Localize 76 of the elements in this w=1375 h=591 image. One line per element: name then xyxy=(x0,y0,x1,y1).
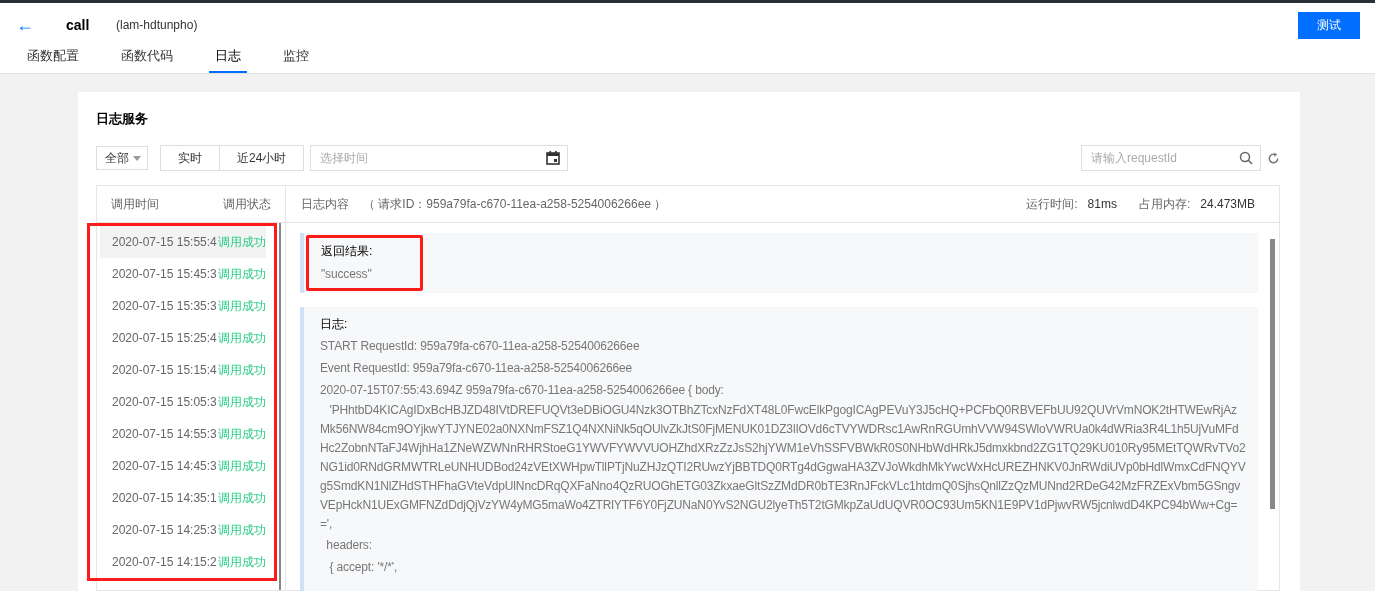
runtime-label: 运行时间: xyxy=(1026,195,1078,213)
invocation-status: 调用成功 xyxy=(217,233,266,251)
log-line: headers: xyxy=(325,537,373,554)
invocation-row[interactable]: 2020-07-15 15:35:3调用成功 xyxy=(100,290,266,322)
column-header: 日志内容 xyxy=(301,195,349,213)
log-line: Event RequestId: 959a79fa-c670-11ea-a258-5254006266ee xyxy=(320,360,634,377)
invocation-row[interactable]: 2020-07-15 14:55:3调用成功 xyxy=(100,418,266,450)
log-line: g5SmdKN1NlZHdSTHFhaGVteVdpUlNncDRqQXFaNno4QzRUOGhETG03ZkxaeGltSzZMdDR0bTE3RnJFckVLc1htdmQ0SjhsQnllZzQzMUNnd2RDeG42MzFRZExVbm5GSngv xyxy=(320,478,1242,495)
invocation-time: 2020-07-15 14:35:1 xyxy=(112,491,217,505)
caret-icon xyxy=(133,155,141,161)
log-line: Mk56NW84cm9OYjkwYTJYNE02a0NXNmFSZ1Q4NXNiNk5qOUlvZkJtS0FjMENUK01DZ3lIOVd6cTVYWDRsc1AwRnRGUmhVVW94SWloVWRUa0k4dWRia3R4L1h5UjVuMFd xyxy=(320,421,1240,438)
invocation-time: 2020-07-15 14:55:3 xyxy=(112,427,217,441)
log-line: Hc2ZobnNTaFJ4WjhHa1ZNeWZWNnRHRStoeG1YWVFYWVVUOHZhdXRzZzJsS2hjYWM1eVhSSFVBWkR0S0NHbWdHRkJ5dmxkbnd2ZG1TQ29KU010Ry95MEtTQWRvTVo2 xyxy=(320,440,1247,457)
runtime-value: 81ms xyxy=(1087,197,1117,211)
invocation-status: 调用成功 xyxy=(217,265,266,283)
log-line: 2020-07-15T07:55:43.694Z 959a79fa-c670-11ea-a258-5254006266ee { body: xyxy=(320,382,725,399)
invocation-time: 2020-07-15 14:25:3 xyxy=(112,523,217,537)
log-line: NG1id0RNdGRMWTRLeUNHUDBod24zVEtXWHpwTllPTjNuZHJzQTI2RUwzYjBBTDQ0RTg4dGgwaHA3ZVJoWkdhMkYwcWxHcUREZHNKV0JnRWdiUVp0bHdlWmxCdFNQYV xyxy=(320,459,1247,476)
invocation-status: 调用成功 xyxy=(217,553,266,571)
request-id: （ 请求ID：959a79fa-c670-11ea-a258-5254006266ee ） xyxy=(363,195,667,213)
log-label: 日志: xyxy=(320,316,349,333)
time-range-button[interactable]: 近24小时 xyxy=(220,145,305,171)
refresh-icon[interactable] xyxy=(1267,151,1280,165)
invocation-row[interactable]: 2020-07-15 14:45:3调用成功 xyxy=(100,450,266,482)
invocation-row[interactable]: 2020-07-15 15:15:4调用成功 xyxy=(100,354,266,386)
column-header: 调用时间 xyxy=(111,195,159,213)
tab[interactable]: 日志 xyxy=(209,47,247,73)
invocation-status: 调用成功 xyxy=(217,329,266,347)
invocation-time: 2020-07-15 15:55:4 xyxy=(112,235,217,249)
invocation-status: 调用成功 xyxy=(217,457,266,475)
result-value: "success" xyxy=(321,266,373,283)
invocation-status: 调用成功 xyxy=(217,297,266,315)
scrollbar[interactable] xyxy=(1270,239,1275,509)
test-button[interactable]: 测试 xyxy=(1298,11,1360,39)
invocation-time: 2020-07-15 14:15:2 xyxy=(112,555,217,569)
invocation-row[interactable]: 2020-07-15 15:45:3调用成功 xyxy=(100,258,266,290)
time-range-button[interactable]: 实时 xyxy=(160,145,220,171)
invocation-row[interactable]: 2020-07-15 14:25:3调用成功 xyxy=(100,514,266,546)
invocation-status: 调用成功 xyxy=(217,361,266,379)
invocation-status: 调用成功 xyxy=(217,425,266,443)
invocation-time: 2020-07-15 15:35:3 xyxy=(112,299,217,313)
invocation-status: 调用成功 xyxy=(217,521,266,539)
calendar-icon xyxy=(546,151,561,165)
invocation-row[interactable]: 2020-07-15 14:35:1调用成功 xyxy=(100,482,266,514)
invocation-time: 2020-07-15 15:45:3 xyxy=(112,267,217,281)
tab[interactable]: 函数配置 xyxy=(21,47,85,71)
invocation-status: 调用成功 xyxy=(217,489,266,507)
column-header: 调用状态 xyxy=(223,195,271,213)
invocation-time: 2020-07-15 14:45:3 xyxy=(112,459,217,473)
invocation-row[interactable]: 2020-07-15 14:15:2调用成功 xyxy=(100,546,266,578)
memory-value: 24.473MB xyxy=(1200,197,1255,211)
invocation-status: 调用成功 xyxy=(217,393,266,411)
log-line: START RequestId: 959a79fa-c670-11ea-a258-5254006266ee xyxy=(320,338,641,355)
log-line: 'PHhtbD4KICAgIDxBcHBJZD48IVtDREFUQVt3eDBiOGU4Nzk3OTBhZTcxNzFdXT48L0FwcElkPgogICAgPEVuY3J5cHQ+PCFbQ0RBVEFbUU92QUVrVmNOK2tHTWEwRjAz xyxy=(328,402,1238,419)
invocation-row[interactable]: 2020-07-15 15:25:4调用成功 xyxy=(100,322,266,354)
function-id: (lam-hdtunpho) xyxy=(116,18,198,32)
function-title: call xyxy=(66,17,91,33)
log-line: { accept: '*/*', xyxy=(328,559,399,576)
search-field[interactable]: 请输入requestId xyxy=(1081,145,1261,171)
back-button[interactable]: ← xyxy=(16,14,66,36)
result-label: 返回结果: xyxy=(321,243,373,260)
tab[interactable]: 函数代码 xyxy=(115,47,179,71)
section-title: 日志服务 xyxy=(96,110,149,128)
tab[interactable]: 监控 xyxy=(277,47,315,71)
log-line: VEpHckN1UExGMFNZdDdjQjVzYW4yMG5maWo4ZTRlYTF6Y0FjZUNaN0YvS2NGU2lyeTh5T2tGMkpZaUdUQVR0OC93Um5KN1E9PV1dPjwvRW5jcnlwdD4KPC94bWw+Cg= xyxy=(320,497,1239,514)
date-field[interactable]: 选择时间 xyxy=(310,145,569,171)
memory-label: 占用内存: xyxy=(1138,195,1191,213)
scrollbar[interactable] xyxy=(278,223,281,590)
invocation-row[interactable]: 2020-07-15 15:55:4调用成功 xyxy=(100,226,266,258)
log-line: =', xyxy=(320,516,334,533)
invocation-time: 2020-07-15 15:05:3 xyxy=(112,395,217,409)
invocation-row[interactable]: 2020-07-15 15:05:3调用成功 xyxy=(100,386,266,418)
invocation-time: 2020-07-15 15:15:4 xyxy=(112,363,217,377)
filter-dropdown[interactable]: 全部 xyxy=(96,146,148,170)
search-icon xyxy=(1239,151,1253,165)
invocation-time: 2020-07-15 15:25:4 xyxy=(112,331,217,345)
